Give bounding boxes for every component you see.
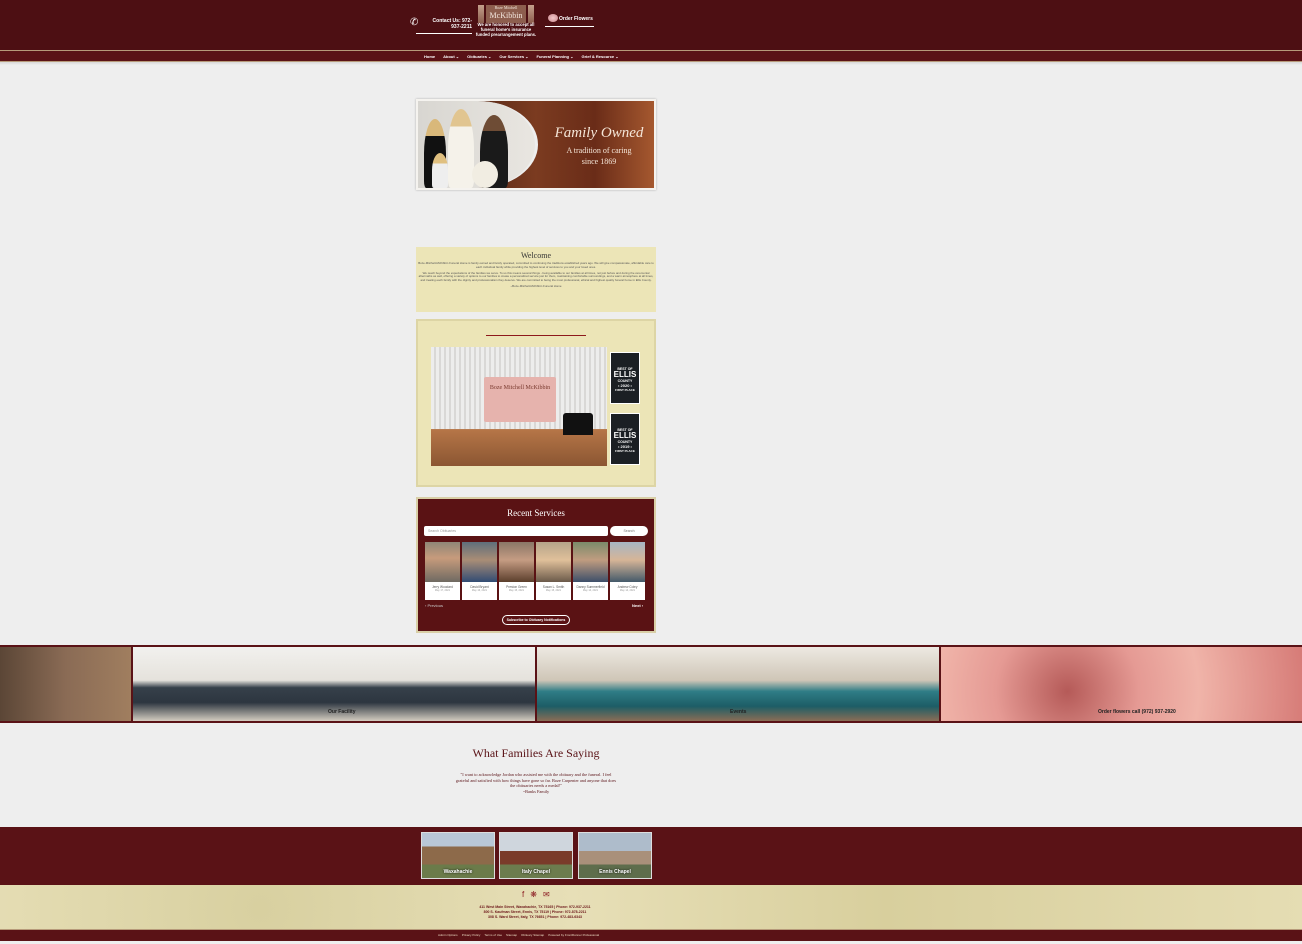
address-line: 308 S. Ward Street, Italy, TX 76651 | Ph… [488,915,582,919]
location-label: Ennis Chapel [599,869,631,875]
recent-services-title: Recent Services [507,508,565,518]
obituary-card[interactable]: Susan L. Smith May 15, 2021 [536,542,571,600]
footer-link[interactable]: Sitemap [506,933,517,937]
obituary-date: May 14, 2021 [619,589,636,592]
previous-link[interactable]: ‹ Previous [425,603,443,608]
obituary-carousel: Jerry Woodard May 17, 2021 David Bryant … [425,542,645,600]
obituary-photo [610,542,645,582]
contact-link[interactable]: Contact Us: 972-937-2211 [424,18,472,30]
hero-banner: Family Owned A tradition of caring since… [416,99,656,190]
obituary-date: May 15, 2021 [545,589,562,592]
welcome-paragraph: Boze-Mitchell-McKibbin Funeral Home is f… [418,261,654,269]
chapel-photo: Boze Mitchell McKibbin [431,347,607,466]
badge-place: FIRST PLACE [615,388,635,392]
obituary-search-input[interactable]: Search Obituaries [424,526,608,536]
phone-icon[interactable]: ✆ [410,17,418,28]
flower-icon[interactable] [548,14,558,22]
welcome-paragraph: We reach beyond the expectations of the … [418,270,654,283]
logo-column-left [478,5,484,23]
subscribe-button[interactable]: Subscribe to Obituary Notifications [502,615,570,625]
obituary-date: May 16, 2021 [471,589,488,592]
nav-our-services[interactable]: Our Services ⌄ [499,54,528,59]
facility-label[interactable]: Our Facility [328,709,356,715]
obituary-photo [499,542,534,582]
obituary-card[interactable]: Preston Green May 15, 2021 [499,542,534,600]
footer-link[interactable]: Powered by FrontRunner Professional [548,933,599,937]
welcome-title: Welcome [520,251,551,260]
best-of-ellis-badge: BEST OF ELLIS COUNTY • 2020 • FIRST PLAC… [610,352,640,404]
logo-nameplate: Boze Mitchell McKibbin [486,5,526,23]
hero-subtext: A tradition of caring since 1869 [548,145,650,167]
obituary-date: May 14, 2021 [582,589,599,592]
hero-sub2: since 1869 [581,157,617,166]
nav-about[interactable]: About ⌄ [443,54,459,59]
facebook-icon[interactable]: f [522,890,524,899]
testimonial: "I want to acknowledge Jordan who assist… [455,772,617,794]
footer-link[interactable]: Admin Options [438,933,458,937]
flowers-underline [545,26,594,27]
piano [563,413,593,435]
mail-icon[interactable]: ✉ [543,890,550,899]
obituary-card[interactable]: Jerry Woodard May 17, 2021 [425,542,460,600]
contact-underline [416,33,472,34]
obituary-card[interactable]: David Bryant May 16, 2021 [462,542,497,600]
person-figure [432,153,448,188]
chapel-sign-text: Boze Mitchell McKibbin [489,385,551,391]
footer-links: Admin Options Privacy Policy Terms of Us… [438,933,599,937]
obituary-card[interactable]: Danny Summerfield May 14, 2021 [573,542,608,600]
best-of-ellis-badge: BEST OF ELLIS COUNTY • 2019 • FIRST PLAC… [610,413,640,465]
hero-sub1: A tradition of caring [566,146,632,155]
testimonial-quote: "I want to acknowledge Jordan who assist… [455,772,617,788]
footer-addresses: 411 West Main Street, Waxahachie, TX 751… [440,905,630,920]
social-links: f ❋ ✉ [522,890,550,899]
person-figure [448,109,474,188]
footer-link[interactable]: Privacy Policy [462,933,481,937]
nav-bar [0,50,1302,62]
obituary-date: May 15, 2021 [508,589,525,592]
honored-notice: We are honored to accept all funeral hom… [475,22,537,38]
welcome-section: Welcome Boze-Mitchell-McKibbin Funeral H… [416,247,656,312]
site-header [0,0,1302,50]
dog-figure [472,161,498,188]
yelp-icon[interactable]: ❋ [530,890,537,899]
testimonial-author: ~Banks Family [522,788,550,794]
search-button[interactable]: Search [610,526,648,536]
chapel-sign [484,377,556,422]
main-nav: Home About ⌄ Obituaries ⌄ Our Services ⌄… [424,50,619,62]
obituary-photo [536,542,571,582]
nav-home[interactable]: Home [424,54,435,59]
obituary-photo [573,542,608,582]
location-label: Waxahachie [443,869,473,875]
order-flowers-label[interactable]: Order flowers call (972) 937-2920 [1098,709,1176,715]
badge-county: ELLIS [613,431,637,440]
obituary-card[interactable]: Andrew Coley May 14, 2021 [610,542,645,600]
order-flowers-link[interactable]: Order Flowers [559,16,593,22]
hero-headline: Family Owned [554,125,644,141]
header-shadow [0,62,1302,65]
chapel-divider [486,335,586,336]
next-link[interactable]: Next › [632,603,643,608]
hero-image: Family Owned A tradition of caring since… [418,101,654,188]
badge-county: ELLIS [613,370,637,379]
events-label[interactable]: Events [730,709,746,715]
location-italy-chapel[interactable]: Italy Chapel [499,832,573,879]
strip-image-wood [0,647,131,721]
nav-obituaries[interactable]: Obituaries ⌄ [467,54,491,59]
obituary-photo [425,542,460,582]
location-ennis-chapel[interactable]: Ennis Chapel [578,832,652,879]
logo-column-right [528,5,534,23]
badge-place: FIRST PLACE [615,449,635,453]
nav-funeral-planning[interactable]: Funeral Planning ⌄ [537,54,574,59]
testimonials-title: What Families Are Saying [472,746,600,760]
welcome-signature: ~Boze-Mitchell-McKibbin Funeral Home [510,283,562,288]
logo-main-text: McKibbin [489,11,523,20]
location-waxahachie[interactable]: Waxahachie [421,832,495,879]
obituary-photo [462,542,497,582]
footer-link[interactable]: Obituary Sitemap [521,933,544,937]
family-photo [418,101,538,188]
footer-link[interactable]: Terms of Use [484,933,502,937]
obituary-date: May 17, 2021 [434,589,451,592]
location-label: Italy Chapel [521,869,551,875]
nav-grief-resource[interactable]: Grief & Resource ⌄ [581,54,618,59]
